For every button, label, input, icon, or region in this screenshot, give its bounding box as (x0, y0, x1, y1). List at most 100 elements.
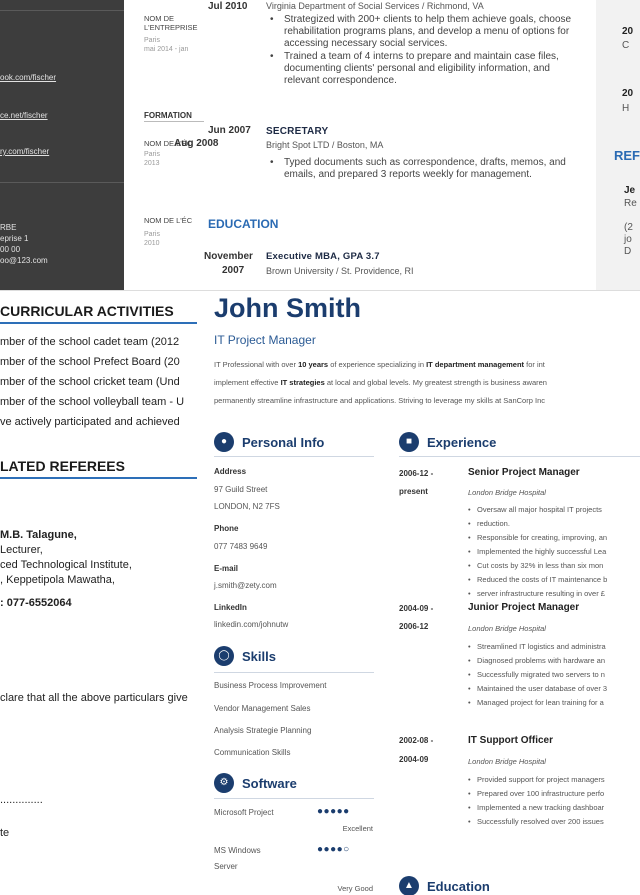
school-year: 2013 (144, 160, 160, 167)
rating-dots: ●●●●● (317, 806, 350, 817)
job-bullets: Oversaw all major hospital IT projects r… (468, 503, 607, 601)
job-company: London Bridge Hospital (468, 488, 546, 497)
facebook-link[interactable]: ook.com/fischer (0, 73, 56, 82)
school-label: NOM DE L'ÉC (144, 216, 193, 225)
divider (144, 121, 204, 122)
cropped-text: D (624, 246, 632, 257)
section-title: Personal Info (242, 434, 325, 450)
bullet: Maintained the user database of over 3 (468, 682, 607, 696)
software-name: Microsoft Project (214, 808, 274, 817)
software-level: Excellent (342, 824, 373, 833)
candidate-name: John Smith (214, 293, 361, 323)
activity-item: ve actively participated and achieved (0, 416, 180, 428)
bullet-cont: reduction. (468, 517, 607, 531)
phone-value: 077 7483 9649 (214, 542, 268, 551)
bullet: Successfully migrated two servers to n (468, 668, 607, 682)
divider (0, 477, 197, 479)
activity-item: mber of the school volleyball team - U (0, 396, 185, 408)
job-date-start: 2002-08 - (399, 736, 434, 745)
divider (0, 322, 197, 324)
resume-center-panel: NOM DE L'ENTREPRISE Paris mai 2014 - jan… (124, 0, 596, 290)
software-name-cont: Server (214, 862, 238, 871)
email-value[interactable]: j.smith@zety.com (214, 581, 277, 590)
job-organization: Virginia Department of Social Services /… (266, 1, 484, 11)
edu-date-start: November (204, 251, 253, 262)
job-date-start: 2006-12 - (399, 469, 434, 478)
date-label: te (0, 827, 10, 839)
job-bullets: Strategized with 200+ clients to help th… (266, 14, 586, 88)
divider (0, 10, 124, 11)
divider (214, 798, 374, 799)
basketball-icon: ◯ (214, 646, 234, 666)
bullet-cont: server infrastructure resulting in over … (468, 587, 607, 601)
signature-line: .............. (0, 794, 43, 806)
job-organization: Bright Spot LTD / Boston, MA (266, 140, 384, 150)
divider (0, 182, 124, 183)
section-personal-info: ● Personal Info (214, 432, 324, 452)
summary-line: permanently streamline infrastructure an… (214, 396, 545, 405)
activity-item: mber of the school cricket team (Und (0, 376, 180, 388)
declaration-text: clare that all the above particulars giv… (0, 692, 188, 704)
referees-panel: CURRICULAR ACTIVITIES mber of the school… (0, 290, 197, 895)
job-title: SECRETARY (266, 126, 329, 137)
linkedin-value[interactable]: linkedin.com/johnutw (214, 620, 288, 629)
cropped-text: (2 (624, 222, 633, 233)
section-title: Education (427, 878, 490, 894)
job-company: London Bridge Hospital (468, 757, 546, 766)
bullet: Reduced the costs of IT maintenance b (468, 573, 607, 587)
contact-address: RBE eprise 1 00 00 oo@123.com (0, 223, 48, 265)
software-level: Very Good (337, 884, 373, 893)
cropped-text: Re (624, 198, 637, 209)
john-smith-resume: John Smith IT Project Manager IT Profess… (197, 290, 640, 895)
cropped-text: 20 (622, 88, 634, 99)
linkedin-label: LinkedIn (214, 603, 247, 612)
cropped-heading: REFE (614, 148, 640, 163)
summary-line: IT Professional with over 10 years of ex… (214, 360, 545, 369)
bullet: Strategized with 200+ clients to help th… (266, 14, 586, 50)
referee-institute: ced Technological Institute, (0, 559, 132, 571)
job-bullets: Provided support for project managers Pr… (468, 773, 605, 829)
address-line: LONDON, N2 7FS (214, 502, 280, 511)
bullet: Implemented the highly successful Lea (468, 545, 607, 559)
bullet: Successfully resolved over 200 issues (468, 815, 605, 829)
divider (214, 672, 374, 673)
divider (214, 456, 374, 457)
company-location: Paris (144, 37, 160, 44)
school-location: Paris (144, 151, 160, 158)
gear-icon: ⚙ (214, 773, 234, 793)
cropped-text: C (622, 40, 630, 51)
bullet: Diagnosed problems with hardware an (468, 654, 607, 668)
address-line: 97 Guild Street (214, 485, 268, 494)
job-bullets: Streamlined IT logistics and administra … (468, 640, 607, 710)
referee-name: M.B. Talagune, (0, 529, 77, 541)
section-label-formation: FORMATION (144, 111, 192, 120)
school-location: Paris (144, 231, 160, 238)
bullet: Typed documents such as correspondence, … (266, 157, 566, 181)
job-date-start: Jun 2007 (208, 125, 251, 136)
email-label: E-mail (214, 564, 239, 573)
phone-label: Phone (214, 524, 239, 533)
job-date-end: present (399, 487, 428, 496)
graduation-cap-icon: ▲ (399, 876, 419, 895)
section-experience: ■ Experience (399, 432, 496, 452)
referee-address: , Keppetipola Mawatha, (0, 574, 115, 586)
address-label: Address (214, 467, 247, 476)
job-date-start: 2004-09 - (399, 604, 434, 613)
job-company: London Bridge Hospital (468, 624, 546, 633)
company-dates: mai 2014 - jan (144, 46, 189, 53)
bullet: Prepared over 100 infrastructure perfo (468, 787, 605, 801)
school-year: 2010 (144, 240, 160, 247)
behance-link[interactable]: ce.net/fischer (0, 111, 48, 120)
degree-title: Executive MBA, GPA 3.7 (266, 251, 380, 262)
job-bullets: Typed documents such as correspondence, … (266, 157, 566, 182)
job-title: Senior Project Manager (468, 467, 580, 478)
bullet: Managed project for lean training for a (468, 696, 607, 710)
section-skills: ◯ Skills (214, 646, 276, 666)
company-label: NOM DE L'ENTREPRISE (144, 14, 198, 32)
activity-item: mber of the school Prefect Board (20 (0, 356, 180, 368)
summary-line: implement effective IT strategies at loc… (214, 378, 547, 387)
dark-sidebar-panel: ook.com/fischer ce.net/fischer ry.com/fi… (0, 0, 124, 290)
portfolio-link[interactable]: ry.com/fischer (0, 147, 49, 156)
bullet: Cut costs by 32% in less than six mon (468, 559, 607, 573)
referee-title: Lecturer, (0, 544, 43, 556)
